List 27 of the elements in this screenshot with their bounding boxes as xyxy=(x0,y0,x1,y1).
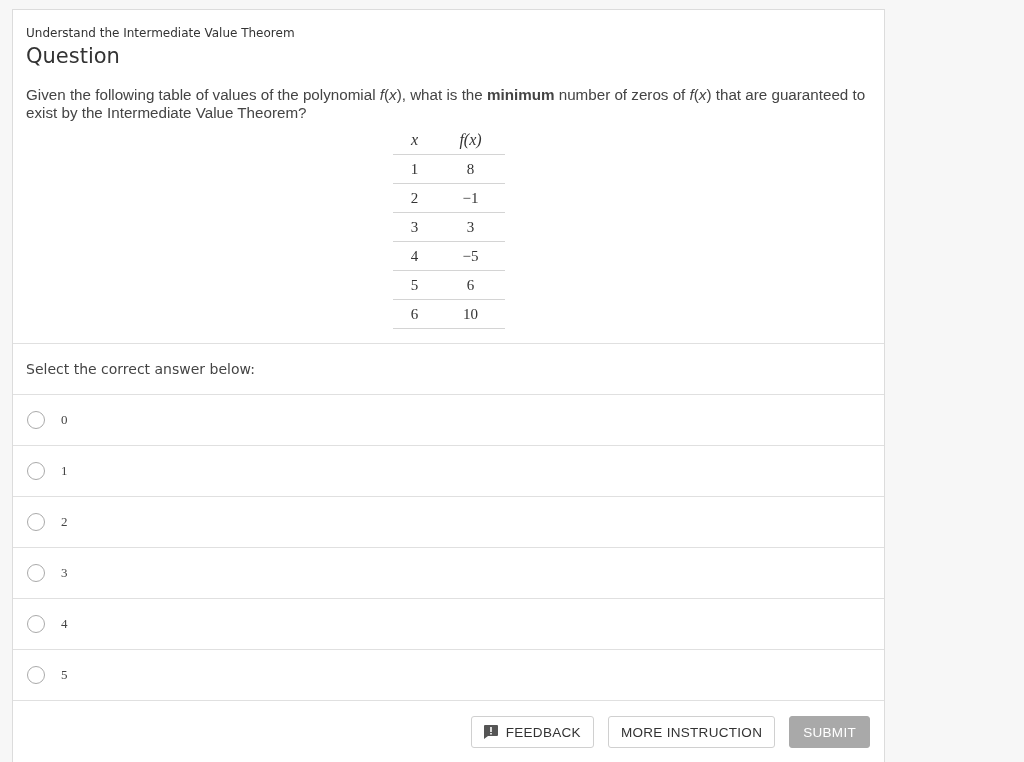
table-cell: 5 xyxy=(392,270,437,300)
table-cell: 3 xyxy=(392,212,437,242)
table-cell: 1 xyxy=(392,154,437,184)
table-cell: 3 xyxy=(436,212,505,242)
more-instruction-button[interactable]: MORE INSTRUCTION xyxy=(607,716,776,748)
topic-title: Understand the Intermediate Value Theorem xyxy=(26,25,296,42)
option-label: 1 xyxy=(61,463,68,479)
table-cell: 6 xyxy=(436,270,505,300)
table-cell: 6 xyxy=(392,299,437,329)
table-cell: −5 xyxy=(436,241,505,271)
option-label: 5 xyxy=(61,667,68,683)
question-heading: Question xyxy=(26,43,121,70)
table-cell: 10 xyxy=(436,299,505,329)
column-header: x xyxy=(392,126,437,155)
table-cell: −1 xyxy=(436,183,505,213)
option-label: 2 xyxy=(61,514,68,530)
column-header: f(x) xyxy=(436,126,505,155)
table-cell: 8 xyxy=(436,154,505,184)
feedback-button[interactable]: FEEDBACK xyxy=(470,716,594,748)
option-label: 4 xyxy=(61,616,68,632)
option-label: 0 xyxy=(61,412,68,428)
comment-alert-icon xyxy=(483,725,498,739)
question-text: Given the following table of values of the polynomial f(x), what is the minimum number of zeros of f(x) that are guaranteed to exist by the Intermediate Value Theorem? xyxy=(26,86,867,122)
table-cell: 4 xyxy=(392,241,437,271)
answer-prompt: Select the correct answer below: xyxy=(26,361,255,377)
option-label: 3 xyxy=(61,565,68,581)
table-cell: 2 xyxy=(392,183,437,213)
